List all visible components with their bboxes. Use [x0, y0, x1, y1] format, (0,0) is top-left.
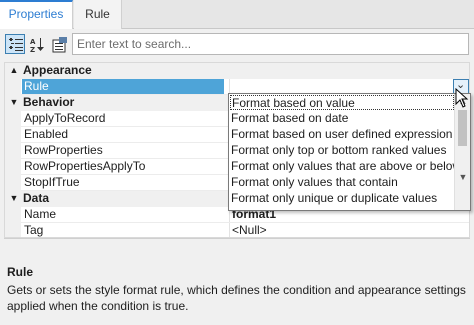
- row-gutter: [5, 79, 21, 95]
- category-appearance[interactable]: ▲ Appearance: [5, 63, 469, 79]
- expand-icon[interactable]: ▼: [7, 191, 21, 207]
- svg-text:Z: Z: [30, 46, 35, 53]
- property-name: Tag: [24, 223, 44, 237]
- scroll-down-icon[interactable]: ▼: [455, 170, 470, 184]
- description-text: Gets or sets the style format rule, whic…: [7, 283, 466, 313]
- property-pages-button[interactable]: [49, 34, 69, 54]
- row-gutter: [5, 111, 21, 127]
- property-name: RowPropertiesApplyTo: [24, 159, 146, 173]
- tab-bar: Properties Rule: [0, 0, 474, 29]
- row-gutter: [5, 159, 21, 175]
- property-value[interactable]: <Null>: [229, 223, 469, 237]
- category-label: Behavior: [23, 95, 75, 109]
- search-input[interactable]: [77, 36, 462, 52]
- property-pages-icon: [52, 37, 67, 53]
- toolbar: A Z: [0, 30, 474, 59]
- scrollbar-thumb[interactable]: [458, 110, 467, 146]
- category-label: Appearance: [23, 63, 92, 77]
- property-name: Rule: [22, 79, 224, 94]
- categorized-view-icon: [9, 38, 23, 51]
- dropdown-item[interactable]: Format based on value: [230, 95, 454, 110]
- property-name: Name: [24, 207, 57, 221]
- row-gutter: [5, 223, 21, 237]
- category-label: Data: [23, 191, 50, 205]
- property-name: ApplyToRecord: [24, 111, 106, 125]
- collapse-icon[interactable]: ▲: [7, 63, 21, 79]
- row-gutter: [5, 175, 21, 191]
- property-name: Enabled: [24, 127, 69, 141]
- row-gutter: [5, 207, 21, 223]
- dropdown-scrollbar[interactable]: ▲ ▼: [454, 94, 470, 210]
- dropdown-item[interactable]: Format only values that contain: [230, 175, 454, 190]
- svg-text:A: A: [30, 38, 36, 46]
- tab-rule[interactable]: Rule: [74, 0, 122, 29]
- alphabetical-sort-icon: A Z: [30, 38, 44, 53]
- dropdown-item[interactable]: Format only values that are above or bel…: [230, 159, 454, 174]
- alphabetical-button[interactable]: A Z: [27, 34, 47, 54]
- row-gutter: [5, 127, 21, 143]
- description-panel: Rule Gets or sets the style format rule,…: [4, 238, 470, 322]
- dropdown-item[interactable]: Format based on date: [230, 111, 454, 126]
- expand-icon[interactable]: ▼: [7, 95, 21, 111]
- property-name: RowProperties: [24, 143, 103, 157]
- row-gutter: [5, 143, 21, 159]
- tab-properties[interactable]: Properties: [0, 0, 73, 29]
- rule-dropdown-list[interactable]: Format based on value Format based on da…: [228, 93, 471, 211]
- property-row-tag[interactable]: Tag <Null>: [5, 223, 469, 237]
- dropdown-item[interactable]: Format based on user defined expression: [230, 127, 454, 142]
- description-title: Rule: [7, 265, 34, 279]
- property-name: StopIfTrue: [24, 175, 80, 189]
- mouse-cursor-icon: [455, 88, 469, 108]
- categorized-view-button[interactable]: [5, 34, 25, 54]
- dropdown-item[interactable]: Format only unique or duplicate values: [230, 191, 454, 206]
- property-value-editor[interactable]: [229, 79, 469, 94]
- search-box[interactable]: [72, 33, 469, 55]
- dropdown-item[interactable]: Format only top or bottom ranked values: [230, 143, 454, 158]
